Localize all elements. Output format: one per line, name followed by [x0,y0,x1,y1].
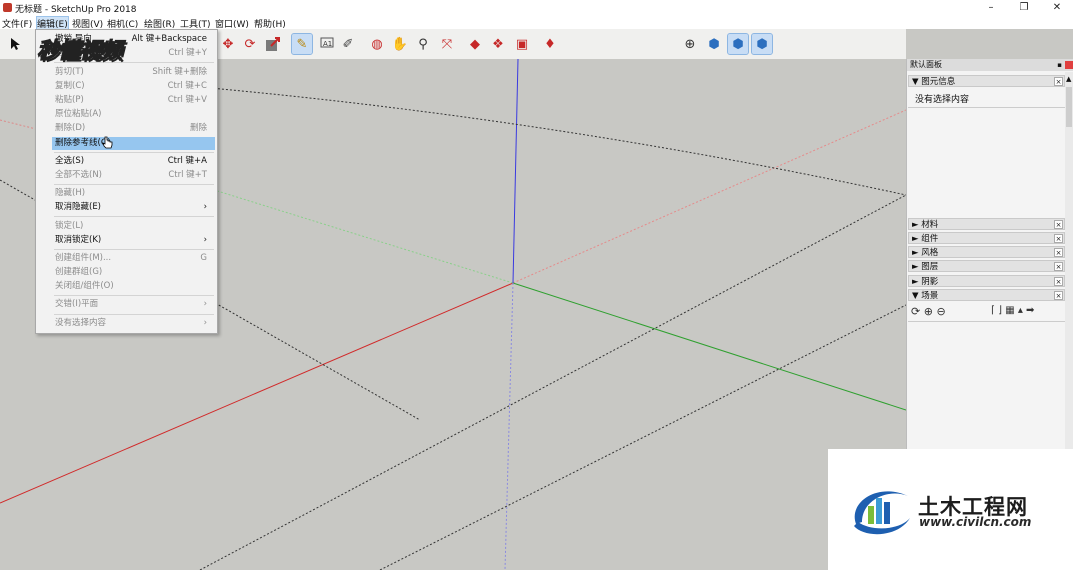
menu-make-group[interactable]: 创建群组(G) [55,266,211,279]
section-close-icon[interactable]: × [1054,77,1063,86]
window-title: 无标题 - SketchUp Pro 2018 [15,5,137,15]
section-shadows[interactable]: ► 阴影 × [908,275,1065,287]
scale-icon[interactable] [263,34,283,54]
site-url: www.civilcn.com [919,515,1032,529]
guide-line-2 [199,194,906,570]
zoom-extents-icon[interactable]: ⤧ [437,34,457,54]
menu-no-selection[interactable]: 没有选择内容 › [55,317,211,330]
section-cut-icon[interactable]: ⬢ [751,33,773,55]
tray-title: 默认面板 [910,60,942,69]
section-scenes[interactable]: ▼ 场景 × [908,289,1065,301]
zoom-icon[interactable]: ⚲ [413,34,433,54]
menu-select-all[interactable]: 全选(S) Ctrl 键+A [55,155,211,168]
guide-line-4 [0,119,41,131]
position-camera-icon[interactable]: ⊕ [680,34,700,54]
remove-scene-icon[interactable]: ⊖ [936,305,945,318]
menu-delete-guides[interactable]: 删除参考线(G) [52,137,215,150]
menu-copy[interactable]: 复制(C) Ctrl 键+C [55,80,211,93]
menu-paste[interactable]: 粘贴(P) Ctrl 键+V [55,94,211,107]
add-scene-icon[interactable]: ⊕ [924,305,933,318]
video-watermark: 秒懂视频 [36,39,122,65]
green-axis-line [512,282,906,411]
menu-cut[interactable]: 剪切(T) Shift 键+删除 [55,66,211,79]
blue-axis-dotted [504,282,514,570]
section-close-icon[interactable]: × [1054,220,1063,229]
scene-options: ⌈ ⌋ ▦ ▴ ➡ [991,305,1034,316]
section-components[interactable]: ► 组件 × [908,232,1065,244]
section-materials[interactable]: ► 材料 × [908,218,1065,230]
view-options-icon[interactable]: ▦ [1005,305,1014,316]
move-icon[interactable]: ✥ [218,34,238,54]
move-down-icon[interactable]: ⌋ [998,305,1002,316]
blue-axis-line [512,59,519,284]
menu-unlock[interactable]: 取消锁定(K) › [55,234,211,247]
scroll-up-icon[interactable]: ▲ [1066,75,1071,83]
menu-make-component[interactable]: 创建组件(M)... G [55,252,211,265]
display-section-icon[interactable]: ⬢ [727,33,749,55]
menu-select-none[interactable]: 全部不选(N) Ctrl 键+T [55,169,211,182]
section-close-icon[interactable]: × [1054,248,1063,257]
section-styles[interactable]: ► 风格 × [908,246,1065,258]
menu-lock[interactable]: 锁定(L) [55,220,211,233]
menu-paste-in-place[interactable]: 原位粘贴(A) [55,108,211,121]
tray-scrollbar[interactable]: ▲ [1065,72,1073,449]
pan-icon[interactable]: ✋ [390,34,410,54]
guide-curve [209,87,906,196]
sketchup-logo-icon [3,3,12,12]
tray-header: 默认面板 ▪ [907,59,1073,71]
menu-separator [54,216,214,217]
select-arrow-icon[interactable] [6,34,26,54]
expand-icon[interactable]: ➡ [1026,305,1034,316]
components-icon[interactable]: ❖ [488,34,508,54]
details-icon[interactable]: ▴ [1018,305,1023,316]
section-close-icon[interactable]: × [1054,291,1063,300]
minimize-button[interactable]: – [975,0,1007,15]
pin-icon[interactable]: ▪ [1057,59,1062,71]
menu-separator [54,295,214,296]
entity-info-header[interactable]: ▼ 图元信息 × [908,75,1065,87]
entity-info-content: 没有选择内容 [915,95,970,105]
paint-bucket-icon[interactable]: ✐ [338,34,358,54]
orbit-icon[interactable]: ◍ [367,34,387,54]
menu-hide[interactable]: 隐藏(H) [55,187,211,200]
section-close-icon[interactable]: × [1054,277,1063,286]
menu-bar: 文件(F) 编辑(E) 视图(V) 相机(C) 绘图(R) 工具(T) 窗口(W… [0,15,1073,31]
svg-text:A1: A1 [323,40,332,48]
scroll-thumb[interactable] [1066,87,1072,127]
menu-separator [54,152,214,153]
menu-unhide[interactable]: 取消隐藏(E) › [55,201,211,214]
tape-measure-icon[interactable]: ✎ [291,33,313,55]
warehouse-icon[interactable]: ▣ [512,34,532,54]
extension-icon[interactable]: ♦ [540,34,560,54]
tray-close-icon[interactable] [1065,61,1073,69]
maximize-button[interactable]: ❐ [1008,0,1040,15]
menu-close-group[interactable]: 关闭组/组件(O) [55,280,211,293]
text-tool-icon[interactable]: A1 [316,34,336,54]
title-bar: 无标题 - SketchUp Pro 2018 – ❐ ✕ [0,0,1073,15]
default-tray: 默认面板 ▪ ▼ 图元信息 × 没有选择内容 ► 材料 × ► 组件 × ► 风格 ×… [906,59,1073,449]
rotate-icon[interactable]: ⟳ [240,34,260,54]
civilcn-logo-icon [854,491,910,535]
section-close-icon[interactable]: × [1054,234,1063,243]
close-button[interactable]: ✕ [1041,0,1073,15]
hand-cursor-icon [102,136,113,149]
menu-intersect-faces[interactable]: 交错(I)平面 › [55,298,211,311]
section-layers[interactable]: ► 图层 × [908,260,1065,272]
refresh-icon[interactable]: ⟳ [911,305,920,318]
move-up-icon[interactable]: ⌈ [991,305,995,316]
menu-separator [54,314,214,315]
menu-separator [54,249,214,250]
site-logo-corner: 土木工程网 www.civilcn.com [828,449,1073,570]
menu-separator [54,184,214,185]
section-plane-icon[interactable]: ⬢ [704,34,724,54]
scene-toolbar: ⟳ ⊕ ⊖ [911,305,946,318]
edit-menu-dropdown: 撤销 导向 Alt 键+Backspace 重复 Ctrl 键+Y 剪切(T) Shi… [35,29,218,334]
menu-delete[interactable]: 删除(D) 删除 [55,122,211,135]
red-axis-dotted [512,109,906,284]
model-info-icon[interactable]: ◆ [465,34,485,54]
section-close-icon[interactable]: × [1054,262,1063,271]
